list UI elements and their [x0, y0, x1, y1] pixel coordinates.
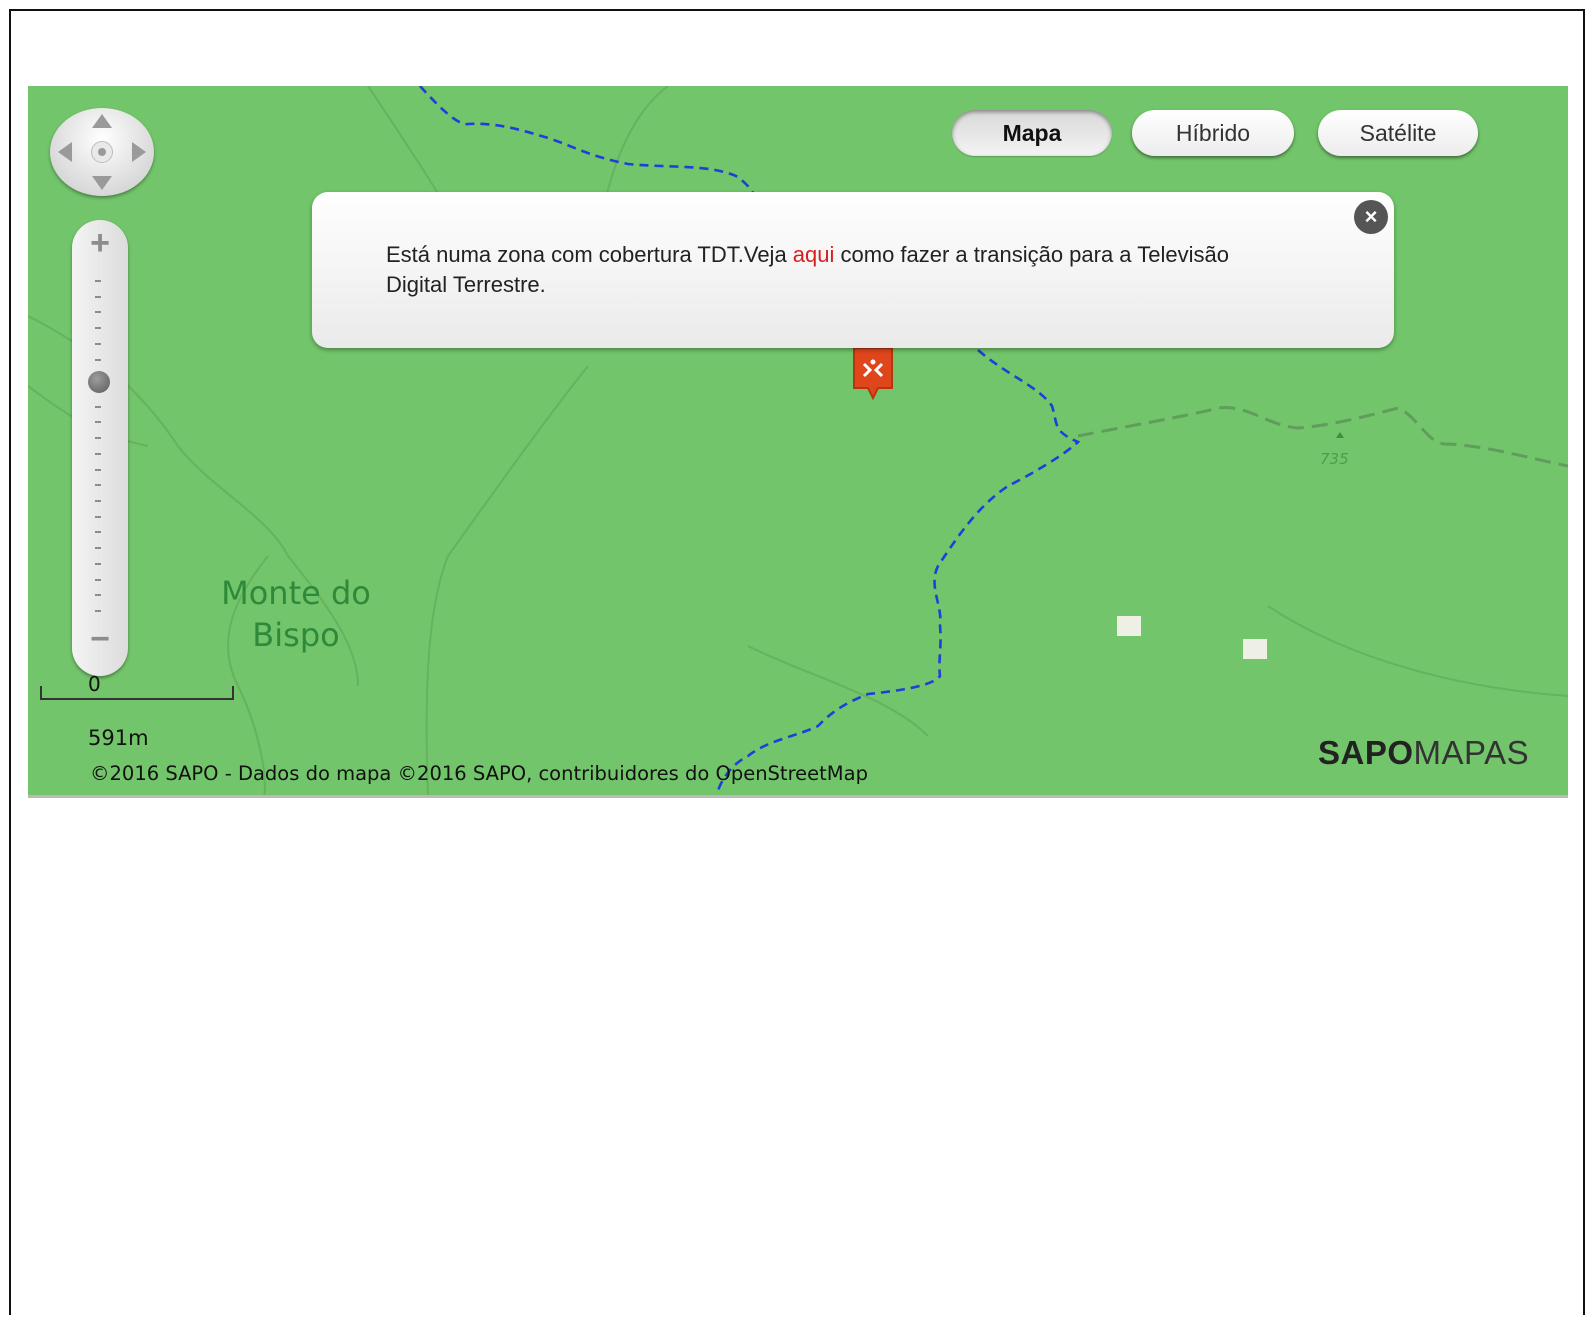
scale-zero-label: 0	[88, 672, 101, 696]
zoom-tick	[95, 280, 101, 282]
sapo-mapas-logo[interactable]: SAPOMAPAS	[1318, 734, 1529, 772]
zoom-tick	[95, 610, 101, 612]
zoom-tick	[95, 578, 101, 581]
scale-distance-label: 591m	[88, 726, 149, 750]
zoom-tick	[95, 358, 101, 361]
zoom-tick	[95, 421, 101, 424]
zoom-in-button[interactable]: +	[72, 224, 128, 264]
zoom-tick	[95, 342, 101, 345]
popup-aqui-link[interactable]: aqui	[793, 242, 835, 267]
popup-text-before: Está numa zona com cobertura TDT.Veja	[386, 242, 793, 267]
building-2	[1243, 639, 1267, 659]
zoom-tick	[95, 452, 101, 455]
map-viewport[interactable]: Monte do Bispo 735 + − 0 591m ©2016 SAPO…	[28, 86, 1568, 798]
map-type-hibrido-button[interactable]: Híbrido	[1132, 110, 1294, 156]
logo-part2: MAPAS	[1413, 734, 1530, 771]
zoom-tick	[95, 515, 101, 518]
place-label-line2: Bispo	[252, 616, 340, 654]
zoom-tick	[95, 327, 101, 330]
zoom-tick	[95, 295, 101, 298]
popup-message: Está numa zona com cobertura TDT.Veja aq…	[386, 240, 1266, 300]
place-label-line1: Monte do	[221, 574, 371, 612]
map-attribution: ©2016 SAPO - Dados do mapa ©2016 SAPO, c…	[90, 762, 868, 785]
tdt-coverage-popup: Está numa zona com cobertura TDT.Veja aq…	[312, 192, 1394, 348]
zoom-tick	[95, 468, 101, 471]
zoom-tick	[95, 547, 101, 550]
zoom-tick	[95, 405, 101, 408]
zoom-tick	[95, 594, 101, 597]
place-label-monte-do-bispo: Monte do Bispo	[208, 572, 384, 656]
pan-right-arrow-icon[interactable]	[132, 142, 146, 162]
attribution-text: ©2016 SAPO - Dados do mapa ©2016 SAPO, c…	[90, 762, 868, 785]
pan-up-arrow-icon[interactable]	[92, 114, 112, 128]
pan-center-button[interactable]	[91, 141, 113, 163]
pan-control-icon	[50, 108, 154, 196]
tdt-antenna-marker-icon[interactable]	[850, 344, 896, 404]
zoom-tick	[95, 500, 101, 502]
map-type-mapa-button[interactable]: Mapa	[952, 110, 1112, 156]
close-icon[interactable]: ×	[1354, 200, 1388, 234]
map-type-satelite-button[interactable]: Satélite	[1318, 110, 1478, 156]
logo-part1: SAPO	[1318, 734, 1414, 771]
pan-left-arrow-icon[interactable]	[58, 142, 72, 162]
zoom-tick	[95, 562, 101, 565]
building-1	[1117, 616, 1141, 636]
peak-elevation-label: 735	[1320, 450, 1349, 468]
scale-bar	[40, 686, 234, 700]
zoom-knob[interactable]	[88, 371, 110, 394]
peak-triangle-icon	[1336, 432, 1344, 438]
zoom-slider[interactable]: + −	[72, 220, 128, 676]
pan-down-arrow-icon[interactable]	[92, 176, 112, 190]
zoom-out-button[interactable]: −	[72, 620, 128, 660]
zoom-tick	[95, 531, 101, 534]
zoom-tick	[95, 437, 101, 440]
zoom-tick	[95, 484, 101, 487]
zoom-tick	[95, 311, 101, 314]
